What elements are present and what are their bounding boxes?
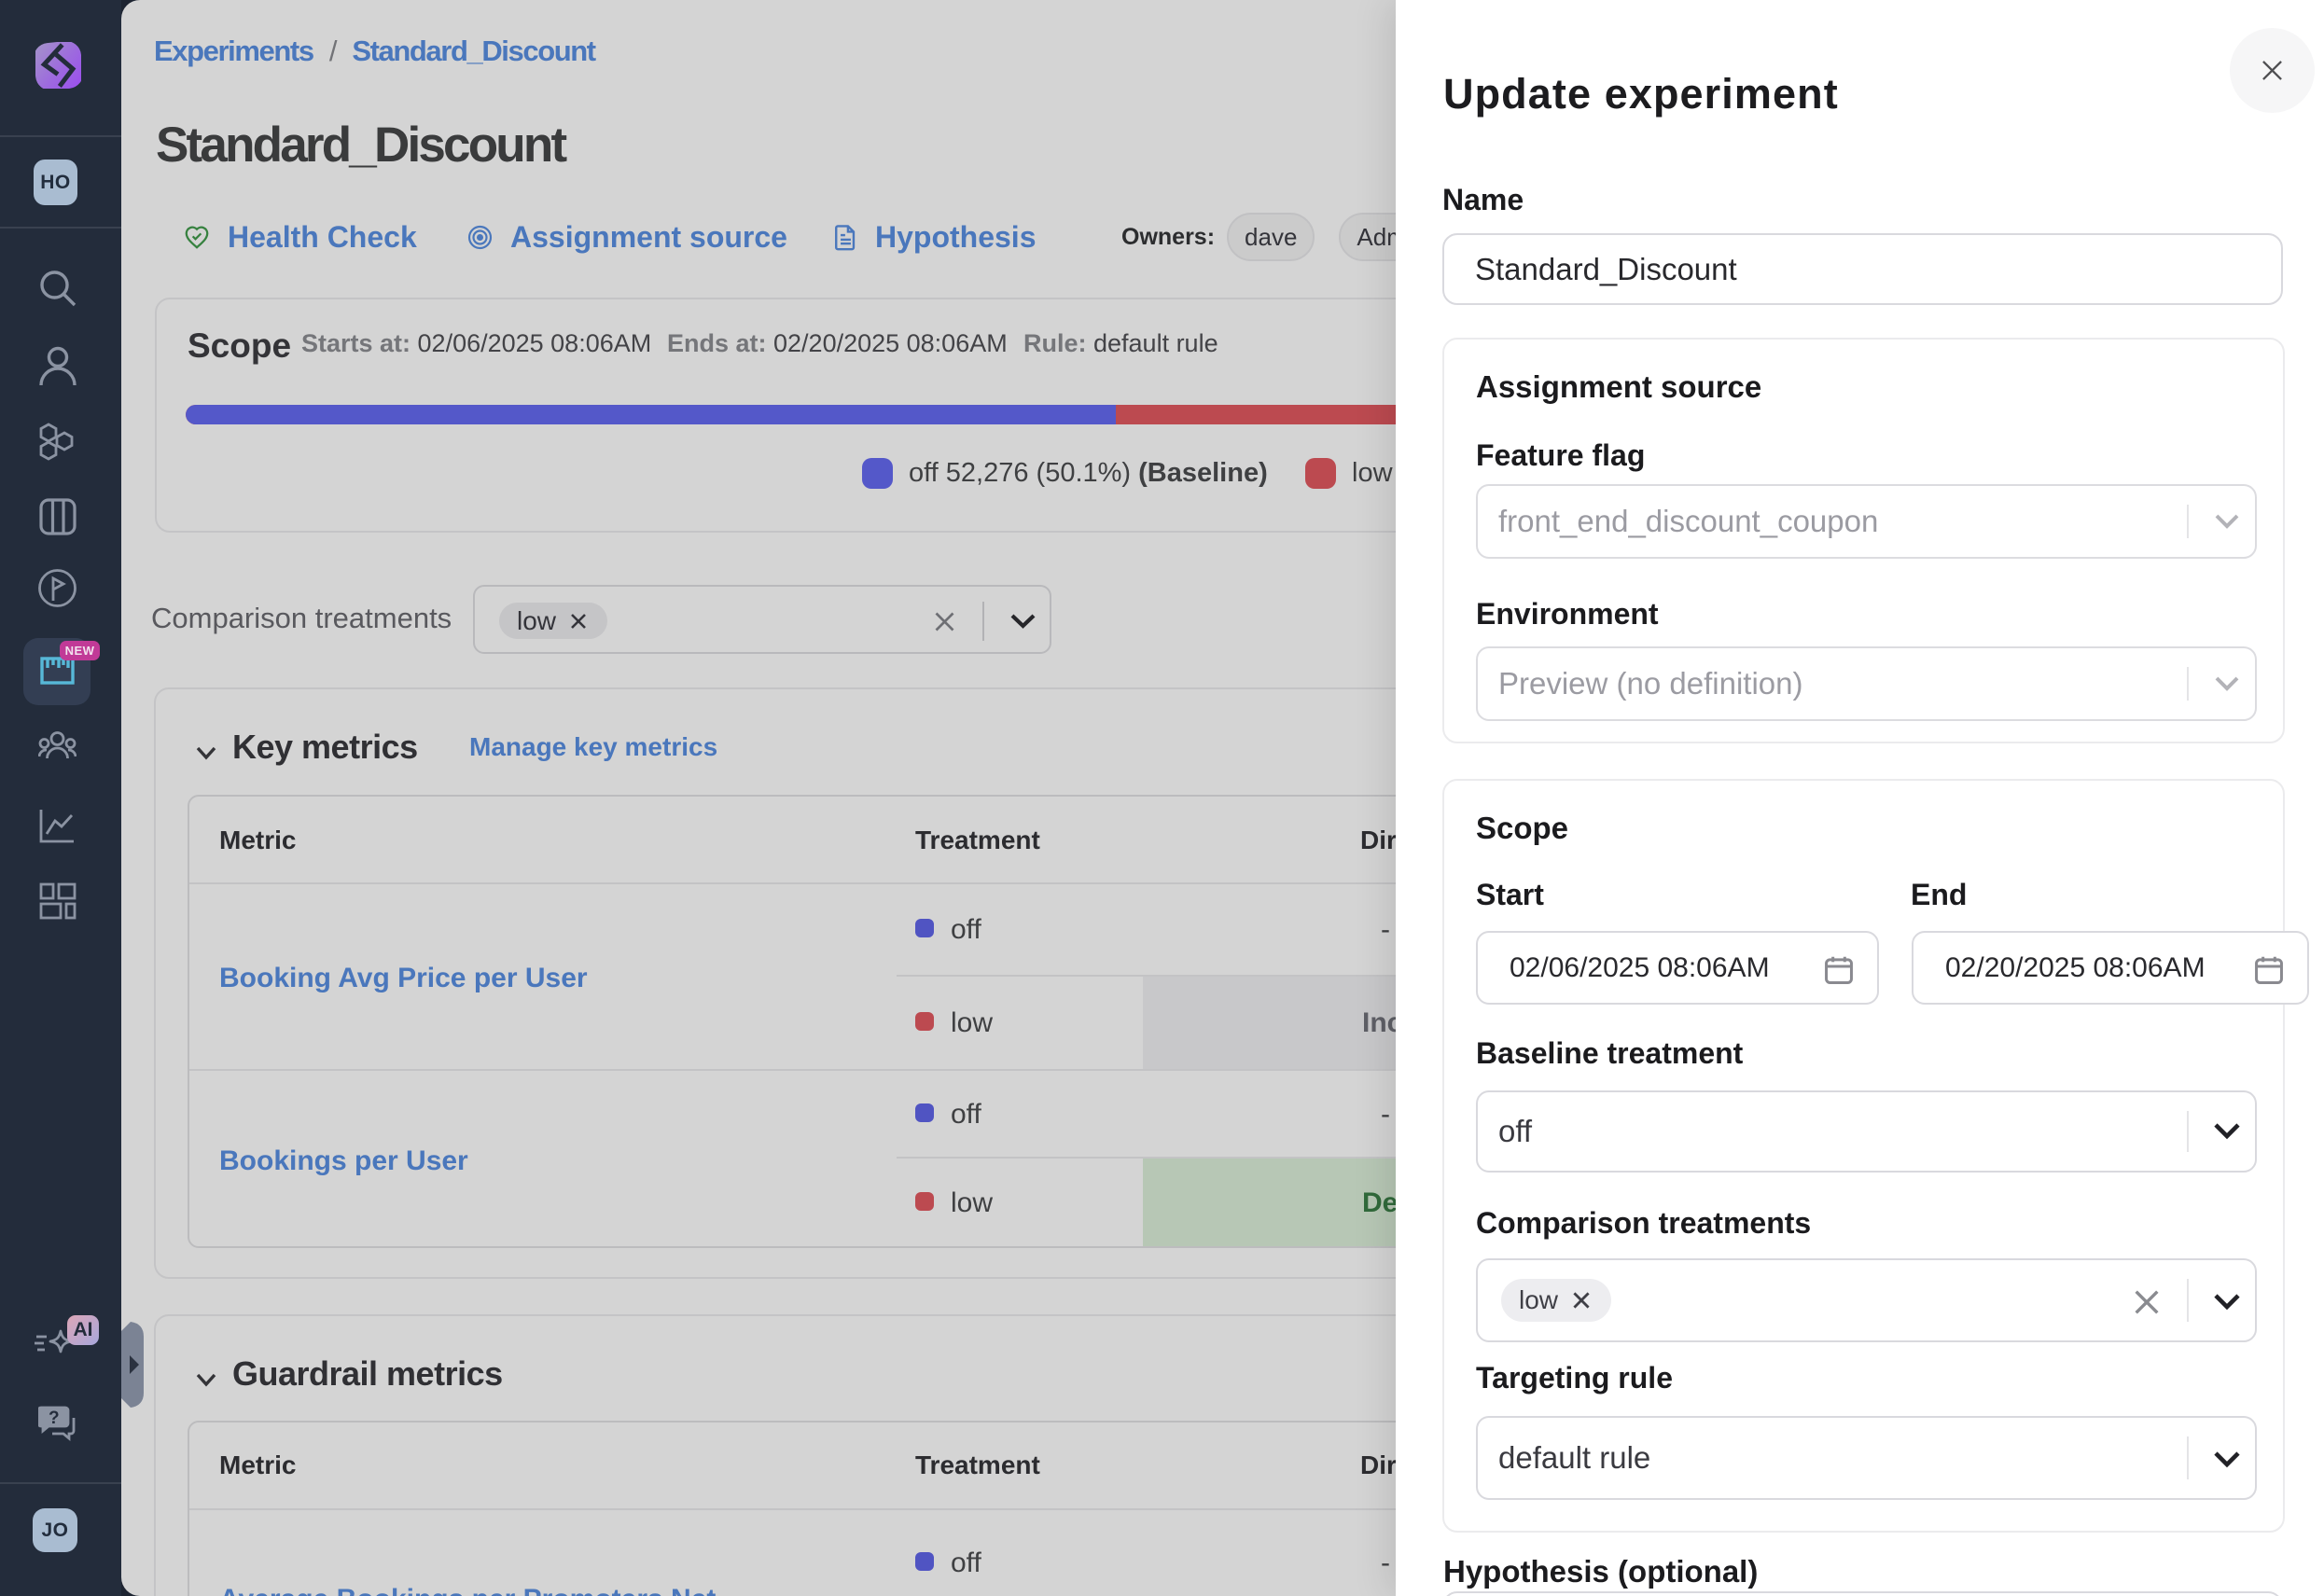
- svg-text:?: ?: [49, 1409, 60, 1428]
